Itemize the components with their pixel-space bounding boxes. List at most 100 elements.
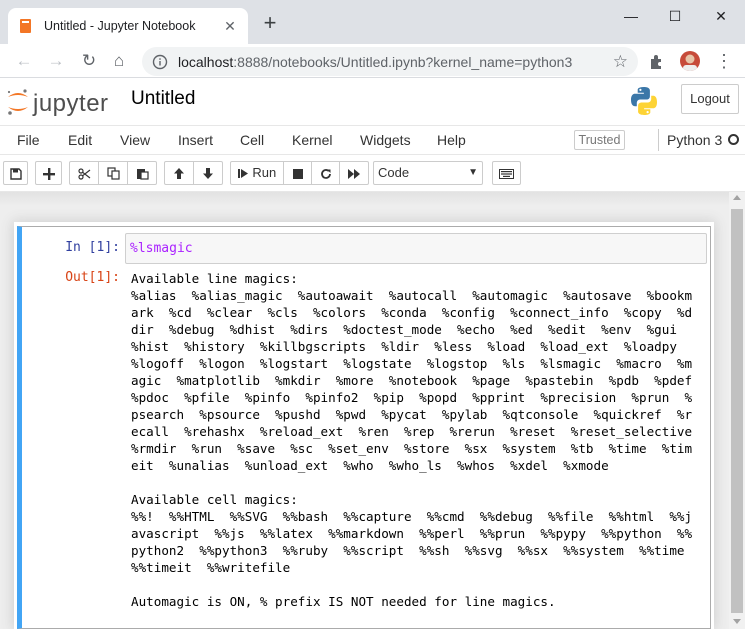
move-up-button[interactable] [164, 161, 194, 185]
copy-icon [106, 167, 120, 180]
paste-icon [136, 169, 149, 180]
menu-view[interactable]: View [120, 132, 150, 148]
restart-icon [320, 168, 331, 179]
menu-edit[interactable]: Edit [68, 132, 92, 148]
tab-close-icon[interactable]: ✕ [222, 18, 238, 34]
url-text: localhost:8888/notebooks/Untitled.ipynb?… [178, 53, 573, 70]
save-button[interactable] [3, 161, 28, 185]
browser-titlebar: Untitled - Jupyter Notebook ✕ + — ☐ ✕ [0, 0, 745, 44]
input-prompt: In [1]: [65, 240, 120, 255]
output-line: Automagic is ON, % prefix IS NOT needed … [131, 594, 556, 609]
forward-icon[interactable]: → [44, 49, 68, 73]
stop-icon [292, 168, 303, 179]
menu-kernel[interactable]: Kernel [292, 132, 332, 148]
output-line: avascript %%js %%latex %%markdown %%perl… [131, 526, 693, 541]
cell-output: Available line magics: %alias %alias_magi… [131, 270, 707, 610]
interrupt-button[interactable] [283, 161, 312, 185]
output-line: %alias %alias_magic %autoawait %autocall… [131, 288, 693, 303]
browser-toolbar: ← → ↻ ⌂ localhost:8888/notebooks/Untitle… [0, 44, 745, 78]
avatar-icon [683, 54, 697, 71]
jupyter-logo-icon [7, 89, 28, 115]
menu-file[interactable]: File [17, 132, 40, 148]
output-line: %hist %history %killbgscripts %ldir %les… [131, 339, 677, 354]
browser-menu-icon[interactable]: ⋮ [714, 50, 734, 74]
restart-button[interactable] [311, 161, 340, 185]
paste-button[interactable] [127, 161, 157, 185]
jupyter-logo[interactable]: jupyter [6, 86, 118, 117]
scroll-down-icon[interactable] [733, 619, 741, 624]
python-logo-icon [631, 87, 657, 115]
cell-type-value: Code [378, 165, 410, 180]
code-input-area[interactable]: %lsmagic [125, 233, 707, 264]
maximize-button[interactable]: ☐ [652, 4, 698, 28]
chevron-down-icon: ▼ [468, 167, 478, 178]
output-line: dir %debug %dhist %dirs %doctest_mode %e… [131, 322, 677, 337]
cut-button[interactable] [69, 161, 99, 185]
jupyter-logo-text: jupyter [33, 90, 109, 117]
output-line: eit %unalias %unload_ext %who %who_ls %w… [131, 458, 609, 473]
browser-tab[interactable]: Untitled - Jupyter Notebook ✕ [8, 8, 248, 44]
tab-title: Untitled - Jupyter Notebook [44, 19, 196, 33]
menu-cell[interactable]: Cell [240, 132, 264, 148]
step-forward-icon [237, 169, 248, 179]
code-input-text[interactable]: %lsmagic [130, 241, 193, 256]
code-cell[interactable]: In [1]: %lsmagic Out[1]: Available line … [17, 226, 711, 629]
jupyter-favicon-icon [20, 19, 31, 33]
close-window-button[interactable]: ✕ [698, 4, 744, 28]
new-tab-button[interactable]: + [258, 12, 282, 36]
keyboard-icon [499, 168, 514, 179]
scroll-up-icon[interactable] [733, 195, 741, 200]
plus-icon [42, 167, 55, 180]
profile-avatar[interactable] [680, 51, 700, 71]
info-icon[interactable] [152, 54, 168, 70]
output-line: psearch %psource %pushd %pwd %pycat %pyl… [131, 407, 693, 422]
copy-button[interactable] [98, 161, 128, 185]
scrollbar-thumb[interactable] [731, 209, 743, 613]
cell-type-select[interactable]: Code ▼ [373, 161, 483, 185]
output-line: %%timeit %%writefile [131, 560, 291, 575]
home-icon[interactable]: ⌂ [107, 49, 131, 73]
fast-forward-icon [347, 168, 360, 179]
restart-run-all-button[interactable] [339, 161, 369, 185]
output-line: agic %matplotlib %mkdir %more %notebook … [131, 373, 693, 388]
output-line: %rmdir %run %save %sc %set_env %store %s… [131, 441, 693, 456]
notebook-menubar: File Edit View Insert Cell Kernel Widget… [0, 125, 745, 155]
output-prompt: Out[1]: [65, 270, 120, 285]
notebook-container: In [1]: %lsmagic Out[1]: Available line … [14, 222, 714, 629]
output-line: %pdoc %pfile %pinfo %pinfo2 %pip %popd %… [131, 390, 693, 405]
reload-icon[interactable]: ↻ [77, 49, 101, 73]
save-icon [9, 167, 22, 180]
address-bar[interactable]: localhost:8888/notebooks/Untitled.ipynb?… [142, 47, 638, 76]
arrow-up-icon [174, 168, 184, 180]
extensions-puzzle-icon[interactable] [648, 53, 666, 71]
minimize-button[interactable]: — [608, 4, 654, 28]
output-line: Available cell magics: [131, 492, 298, 507]
output-line: %%! %%HTML %%SVG %%bash %%capture %%cmd … [131, 509, 693, 524]
menu-help[interactable]: Help [437, 132, 466, 148]
output-line: python2 %%python3 %%ruby %%script %%sh %… [131, 543, 685, 558]
kernel-name: Python 3 [658, 129, 722, 151]
output-line: ecall %rehashx %reload_ext %ren %rep %re… [131, 424, 693, 439]
trusted-indicator[interactable]: Trusted [574, 130, 625, 150]
logout-button[interactable]: Logout [681, 84, 739, 114]
back-icon[interactable]: ← [12, 49, 36, 73]
menu-insert[interactable]: Insert [178, 132, 213, 148]
move-down-button[interactable] [193, 161, 223, 185]
output-line: %logoff %logon %logstart %logstate %logs… [131, 356, 693, 371]
kernel-idle-indicator-icon [728, 134, 739, 145]
jupyter-header: jupyter Untitled Logout [0, 78, 745, 125]
bookmark-star-icon[interactable]: ☆ [613, 52, 628, 72]
insert-cell-button[interactable] [35, 161, 62, 185]
menu-widgets[interactable]: Widgets [360, 132, 411, 148]
scissors-icon [77, 167, 90, 180]
command-palette-button[interactable] [492, 161, 521, 185]
notebook-name[interactable]: Untitled [131, 88, 195, 110]
output-line: ark %cd %clear %cls %colors %conda %conf… [131, 305, 693, 320]
output-line: Available line magics: [131, 271, 298, 286]
run-button[interactable]: Run [230, 161, 284, 185]
notebook-toolbar: Run Code ▼ [0, 156, 745, 192]
notebook-area: In [1]: %lsmagic Out[1]: Available line … [0, 192, 745, 629]
header-shadow [0, 192, 729, 206]
